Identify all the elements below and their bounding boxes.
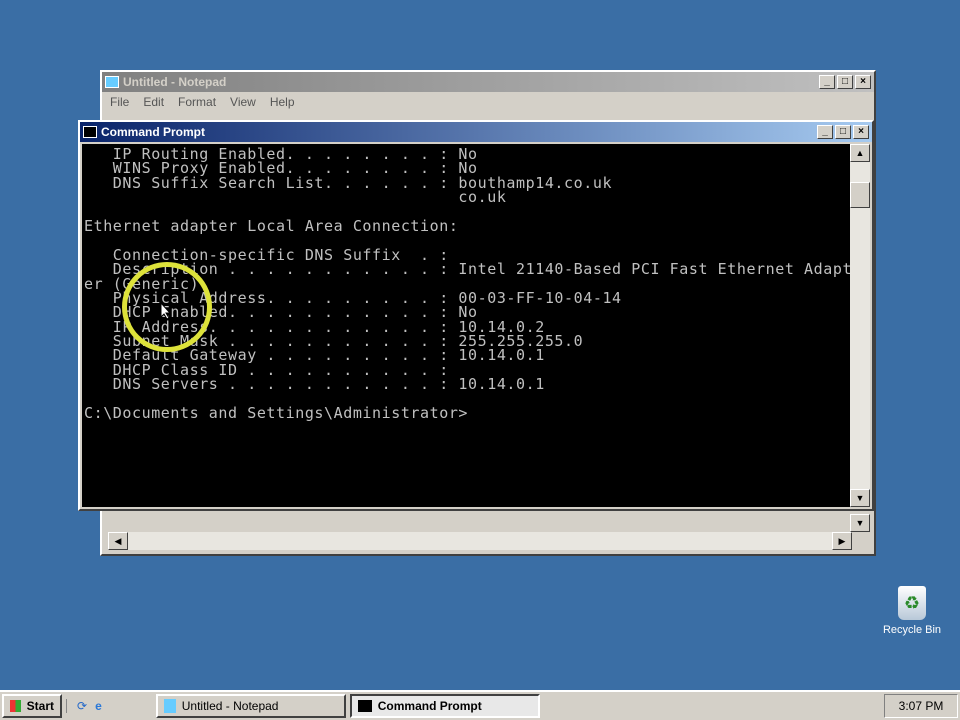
cmd-vscrollbar[interactable]: ▲ ▼ [850, 144, 870, 507]
console-line: co.uk [84, 188, 507, 207]
menu-view[interactable]: View [230, 95, 256, 109]
menu-help[interactable]: Help [270, 95, 295, 109]
recycle-bin[interactable]: ♻ Recycle Bin [872, 586, 952, 636]
close-button[interactable]: × [855, 75, 871, 89]
windows-logo-icon [10, 700, 21, 712]
show-desktop-icon[interactable]: ⟳ [77, 699, 87, 713]
notepad-title: Untitled - Notepad [123, 75, 227, 89]
minimize-button[interactable]: _ [819, 75, 835, 89]
scroll-thumb[interactable] [850, 182, 870, 208]
start-button[interactable]: Start [2, 694, 62, 718]
console-line: C:\Documents and Settings\Administrator> [84, 404, 469, 423]
recycle-bin-icon: ♻ [898, 586, 926, 620]
notepad-title-bar[interactable]: Untitled - Notepad _ □ × [102, 72, 874, 92]
taskbar: Start ⟳ e Untitled - Notepad Command Pro… [0, 690, 960, 720]
maximize-button[interactable]: □ [835, 125, 851, 139]
console-line: DNS Servers . . . . . . . . . . . : 10.1… [84, 375, 545, 394]
taskbar-item-label: Untitled - Notepad [181, 699, 279, 713]
notepad-vscroll-button[interactable]: ▼ [850, 514, 870, 532]
close-button[interactable]: × [853, 125, 869, 139]
console-line: Ethernet adapter Local Area Connection: [84, 216, 459, 235]
notepad-icon [163, 699, 176, 713]
taskbar-item-notepad[interactable]: Untitled - Notepad [155, 694, 346, 718]
quick-launch: ⟳ e [66, 699, 112, 713]
cmd-title: Command Prompt [101, 125, 206, 139]
notepad-menu-bar: File Edit Format View Help [102, 92, 874, 112]
internet-explorer-icon[interactable]: e [95, 699, 102, 713]
menu-file[interactable]: File [110, 95, 129, 109]
start-label: Start [26, 699, 54, 713]
cmd-icon [357, 700, 372, 712]
notepad-icon [105, 76, 119, 88]
mouse-cursor-icon [160, 302, 172, 320]
notepad-hscrollbar[interactable]: ◀ ▶ [108, 532, 852, 550]
menu-edit[interactable]: Edit [143, 95, 164, 109]
taskbar-item-label: Command Prompt [377, 699, 482, 713]
system-tray: 3:07 PM [884, 694, 958, 718]
maximize-button[interactable]: □ [837, 75, 853, 89]
clock[interactable]: 3:07 PM [899, 699, 944, 713]
cmd-icon [83, 126, 97, 138]
cmd-title-bar[interactable]: Command Prompt _ □ × [80, 122, 872, 142]
menu-format[interactable]: Format [178, 95, 216, 109]
recycle-bin-label: Recycle Bin [882, 624, 942, 636]
taskbar-item-command-prompt[interactable]: Command Prompt [349, 694, 540, 718]
minimize-button[interactable]: _ [817, 125, 833, 139]
